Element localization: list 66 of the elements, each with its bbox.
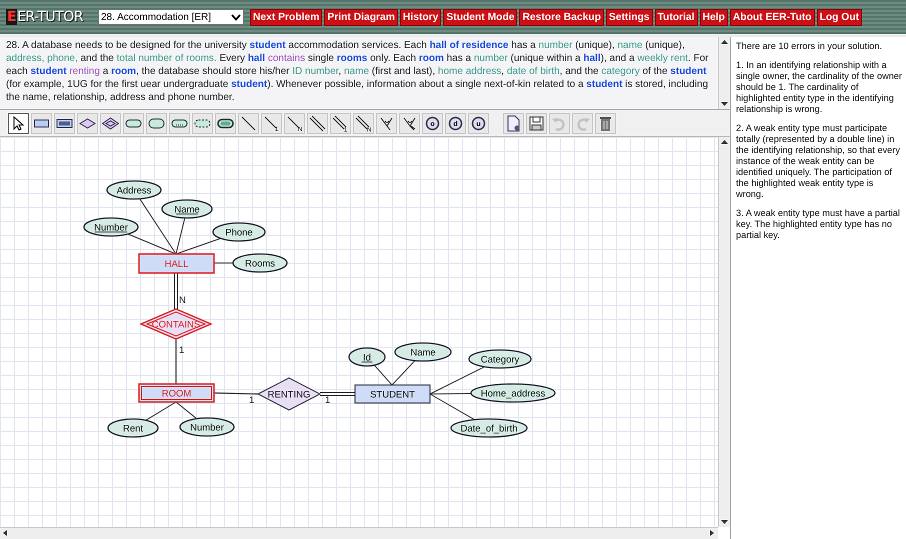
tool-button[interactable] [399,112,420,134]
attribute-ellipse[interactable]: Number [83,217,139,237]
problem-description: 28. A database needs to be designed for the university student accommodation services. Each hall of residence has a number (unique), name (unique), address, phone, and the total number of rooms. Every hall contains single rooms only. Each room has a number (unique within a hall), and a weekly rent. For each student renting a room, the database should store his/her ID number, name (first and last), home address, date of birth, and the category of the student (for example, 1UG for the first uear undergraduate student). Whenever possible, information about a single next-of-kin related to a student is stored, including the name, relationship, address and phone number. [5,39,710,105]
line-icon [240,114,257,132]
attribute-ellipse[interactable]: Name [394,342,452,362]
problem-select[interactable]: 28. Accommodation [ER] [98,9,244,25]
attribute-ellipse[interactable]: Id [348,347,386,367]
attribute-ellipse[interactable]: Home_address [470,383,556,403]
tool-button[interactable] [526,112,547,134]
diagram-canvas[interactable]: N 1 1 1 HALL ROOM STUDENT Address Name Number Phone Rooms Rent Number Id Name Category Home_address Date_of_birth CONTAINS RENTING [0,137,718,527]
chevron-down-icon [231,14,241,20]
menu-button[interactable]: About EER-Tuto [730,8,815,26]
attribute-ellipse[interactable]: Name [161,199,213,219]
attribute-ellipse[interactable]: Address [106,180,162,200]
app-logo: E ER-TUTOR [6,9,84,25]
tool-button[interactable] [146,112,167,134]
tool-button[interactable] [31,112,52,134]
menu-button[interactable]: History [400,8,442,26]
menu-button[interactable]: Log Out [816,8,862,26]
tool-button[interactable] [77,112,98,134]
tool-button[interactable] [54,112,75,134]
tool-button[interactable] [215,112,236,134]
attribute-ellipse[interactable]: Date_of_birth [450,418,528,438]
attribute-ellipse[interactable]: Category [468,349,532,369]
tool-button[interactable] [503,112,524,134]
tool-button[interactable] [192,112,213,134]
menu-button[interactable]: Help [700,8,728,26]
cardinality-label: N [179,295,186,306]
menu-button[interactable]: Tutorial [654,8,698,26]
attribute-ellipse[interactable]: Rooms [232,253,288,273]
menu-button[interactable]: Student Mode [443,8,518,26]
menu-button[interactable]: Next Problem [250,8,322,26]
double-diamond-icon [102,114,119,132]
menu-button[interactable]: Settings [606,8,653,26]
cardinality-label: 1 [325,395,330,406]
connector-line [214,262,233,264]
scrollbar[interactable] [718,137,730,527]
tool-button[interactable] [595,112,616,134]
scrollbar[interactable] [718,37,730,109]
tool-button[interactable] [307,112,328,134]
scrollbar[interactable] [0,527,718,539]
relationship-diamond[interactable]: RENTING [256,377,322,411]
tool-button[interactable] [123,112,144,134]
menu-button[interactable]: Restore Backup [519,8,604,26]
new-document-icon [505,114,522,132]
tool-button[interactable] [169,112,190,134]
feedback-text: There are 10 errors in your solution. [736,41,884,52]
tool-button[interactable] [100,112,121,134]
tool-button[interactable] [376,112,397,134]
connector-line [392,360,416,386]
attribute-ellipse[interactable]: Rent [107,418,159,438]
double-line-icon [309,114,326,132]
tool-button[interactable] [238,112,259,134]
menu-button[interactable]: Print Diagram [324,8,398,26]
cardinality-label: 1 [179,345,184,356]
trash-icon [597,114,614,132]
attribute-ellipse[interactable]: Number [179,417,235,437]
connector-line [374,364,392,386]
feedback-text: 3. A weak entity type must have a partial key. The highlighted entity type has no partial key. [736,208,901,241]
feedback-text: 2. A weak entity type must participate totally (represented by a double line) in the identifying relationship, so that every instance of the weak entity can be identified uniquely. The participation of the highlighted weak entity type is wrong. [736,123,901,200]
attribute-ellipse[interactable]: Phone [212,222,266,242]
cardinality-label: 1 [249,395,254,406]
entity-box[interactable]: STUDENT [354,384,430,404]
feedback-text: 1. In an identifying relationship with a single owner, the cardinality of the owner should be 1. The cardinality of highlighted entity type in the identifying relationship is wrong. [736,60,902,115]
tool-button[interactable] [8,112,29,134]
relationship-diamond[interactable]: CONTAINS [139,308,213,340]
